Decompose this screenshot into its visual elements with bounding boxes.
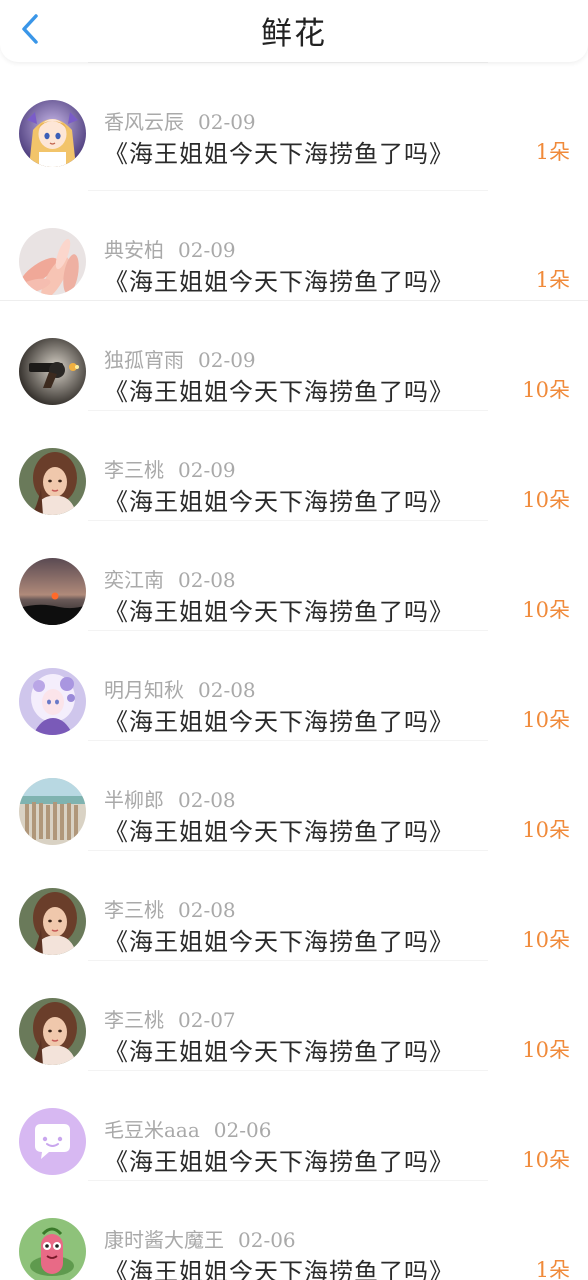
- flower-count: 10朵: [522, 598, 570, 622]
- book-title: 《海王姐姐今天下海捞鱼了吗》: [104, 378, 454, 406]
- date: 02-09: [198, 110, 256, 134]
- meta-line: 香风云辰 02-09: [104, 106, 256, 135]
- divider: [88, 1180, 488, 1181]
- meta-line: 毛豆米aaa 02-06: [104, 1114, 271, 1143]
- list-item[interactable]: 李三桃 02-09 《海王姐姐今天下海捞鱼了吗》 10朵: [0, 410, 588, 520]
- divider: [88, 190, 488, 191]
- divider: [88, 62, 488, 63]
- date: 02-08: [178, 898, 236, 922]
- flower-count: 10朵: [522, 928, 570, 952]
- book-title: 《海王姐姐今天下海捞鱼了吗》: [104, 1258, 454, 1280]
- user-name[interactable]: 明月知秋: [104, 678, 184, 702]
- flower-count: 1朵: [535, 1258, 570, 1280]
- book-title: 《海王姐姐今天下海捞鱼了吗》: [104, 1148, 454, 1176]
- list-item[interactable]: 香风云辰 02-09 《海王姐姐今天下海捞鱼了吗》 1朵: [0, 62, 588, 190]
- user-name[interactable]: 李三桃: [104, 458, 164, 482]
- divider: [88, 520, 488, 521]
- list-item[interactable]: 明月知秋 02-08 《海王姐姐今天下海捞鱼了吗》 10朵: [0, 630, 588, 740]
- user-name[interactable]: 康时酱大魔王: [104, 1228, 224, 1252]
- book-title: 《海王姐姐今天下海捞鱼了吗》: [104, 708, 454, 736]
- user-name[interactable]: 典安柏: [104, 238, 164, 262]
- meta-line: 康时酱大魔王 02-06: [104, 1224, 296, 1253]
- list-item[interactable]: 李三桃 02-07 《海王姐姐今天下海捞鱼了吗》 10朵: [0, 960, 588, 1070]
- top-bar: 鲜花: [0, 0, 588, 62]
- cartoon-character-avatar[interactable]: [19, 1218, 86, 1280]
- list-item[interactable]: 奕江南 02-08 《海王姐姐今天下海捞鱼了吗》 10朵: [0, 520, 588, 630]
- flower-count: 10朵: [522, 1148, 570, 1172]
- book-title: 《海王姐姐今天下海捞鱼了吗》: [104, 488, 454, 516]
- anime-girl-avatar[interactable]: [19, 100, 86, 167]
- list-item[interactable]: 半柳郎 02-08 《海王姐姐今天下海捞鱼了吗》 10朵: [0, 740, 588, 850]
- flower-petals-avatar[interactable]: [19, 228, 86, 295]
- user-name[interactable]: 李三桃: [104, 898, 164, 922]
- flower-count: 10朵: [522, 488, 570, 512]
- divider: [88, 960, 488, 961]
- revolver-avatar[interactable]: [19, 338, 86, 405]
- divider: [88, 1070, 488, 1071]
- book-title: 《海王姐姐今天下海捞鱼了吗》: [104, 928, 454, 956]
- meta-line: 李三桃 02-07: [104, 1004, 236, 1033]
- meta-line: 明月知秋 02-08: [104, 674, 256, 703]
- flower-list: 香风云辰 02-09 《海王姐姐今天下海捞鱼了吗》 1朵 典安柏 02-09 《海王姐姐今…: [0, 62, 588, 1280]
- user-name[interactable]: 奕江南: [104, 568, 164, 592]
- flower-count: 10朵: [522, 1038, 570, 1062]
- woman-portrait-avatar[interactable]: [19, 998, 86, 1065]
- flower-count: 10朵: [522, 818, 570, 842]
- flower-count: 10朵: [522, 708, 570, 732]
- date: 02-09: [178, 238, 236, 262]
- user-name[interactable]: 香风云辰: [104, 110, 184, 134]
- flower-count: 1朵: [535, 268, 570, 292]
- list-item[interactable]: 康时酱大魔王 02-06 《海王姐姐今天下海捞鱼了吗》 1朵: [0, 1180, 588, 1280]
- list-item[interactable]: 独孤宵雨 02-09 《海王姐姐今天下海捞鱼了吗》 10朵: [0, 300, 588, 410]
- woman-portrait-avatar[interactable]: [19, 888, 86, 955]
- date: 02-08: [198, 678, 256, 702]
- divider: [88, 630, 488, 631]
- list-item[interactable]: 李三桃 02-08 《海王姐姐今天下海捞鱼了吗》 10朵: [0, 850, 588, 960]
- book-title: 《海王姐姐今天下海捞鱼了吗》: [104, 598, 454, 626]
- meta-line: 典安柏 02-09: [104, 234, 236, 263]
- book-title: 《海王姐姐今天下海捞鱼了吗》: [104, 818, 454, 846]
- user-name[interactable]: 半柳郎: [104, 788, 164, 812]
- flower-count: 10朵: [522, 378, 570, 402]
- user-name[interactable]: 独孤宵雨: [104, 348, 184, 372]
- date: 02-07: [178, 1008, 236, 1032]
- user-name[interactable]: 毛豆米aaa: [104, 1118, 200, 1142]
- fantasy-girl-avatar[interactable]: [19, 668, 86, 735]
- book-title: 《海王姐姐今天下海捞鱼了吗》: [104, 140, 454, 168]
- date: 02-08: [178, 568, 236, 592]
- flower-count: 1朵: [535, 140, 570, 164]
- date: 02-06: [238, 1228, 296, 1252]
- divider: [0, 300, 588, 301]
- beach-fence-avatar[interactable]: [19, 778, 86, 845]
- list-item[interactable]: 典安柏 02-09 《海王姐姐今天下海捞鱼了吗》 1朵: [0, 190, 588, 300]
- user-name[interactable]: 李三桃: [104, 1008, 164, 1032]
- meta-line: 李三桃 02-09: [104, 454, 236, 483]
- page: 鲜花 香风云辰 02-09 《海王姐姐今天下海捞鱼了吗》 1朵 典安柏 02-09 《海王…: [0, 0, 588, 1280]
- sunset-avatar[interactable]: [19, 558, 86, 625]
- meta-line: 李三桃 02-08: [104, 894, 236, 923]
- date: 02-06: [213, 1118, 272, 1142]
- book-title: 《海王姐姐今天下海捞鱼了吗》: [104, 1038, 454, 1066]
- date: 02-09: [178, 458, 236, 482]
- meta-line: 独孤宵雨 02-09: [104, 344, 256, 373]
- page-title: 鲜花: [261, 16, 327, 52]
- divider: [88, 410, 488, 411]
- woman-portrait-avatar[interactable]: [19, 448, 86, 515]
- meta-line: 半柳郎 02-08: [104, 784, 236, 813]
- chat-bubble-avatar[interactable]: [19, 1108, 86, 1175]
- date: 02-08: [178, 788, 236, 812]
- divider: [88, 850, 488, 851]
- date: 02-09: [198, 348, 256, 372]
- book-title: 《海王姐姐今天下海捞鱼了吗》: [104, 268, 454, 296]
- list-item[interactable]: 毛豆米aaa 02-06 《海王姐姐今天下海捞鱼了吗》 10朵: [0, 1070, 588, 1180]
- divider: [88, 740, 488, 741]
- meta-line: 奕江南 02-08: [104, 564, 236, 593]
